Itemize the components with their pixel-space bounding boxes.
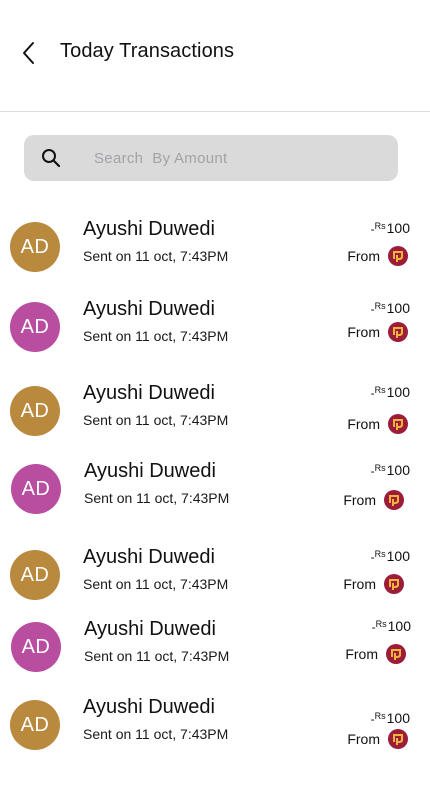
currency-label: Rs (374, 549, 386, 559)
bank-logo-icon (386, 644, 406, 664)
amount-value: 100 (386, 220, 410, 236)
transaction-row[interactable]: AD Ayushi Duwedi Sent on 11 oct, 7:43PM … (0, 218, 430, 282)
contact-name: Ayushi Duwedi (83, 696, 215, 718)
avatar: AD (11, 464, 61, 514)
from-label: From (345, 646, 378, 662)
from-label: From (347, 416, 380, 432)
source-account: From (343, 490, 404, 510)
bank-logo-icon (388, 322, 408, 342)
transaction-amount: -Rs100 (372, 618, 411, 634)
page-title: Today Transactions (60, 40, 235, 62)
currency-label: Rs (374, 221, 386, 231)
contact-name: Ayushi Duwedi (84, 618, 216, 640)
amount-value: 100 (386, 300, 410, 316)
transaction-row[interactable]: AD Ayushi Duwedi Sent on 11 oct, 7:43PM … (0, 298, 430, 362)
transaction-time: Sent on 11 oct, 7:43PM (83, 248, 229, 264)
transaction-amount: -Rs100 (371, 220, 410, 236)
contact-name: Ayushi Duwedi (83, 298, 215, 320)
source-account: From (345, 644, 406, 664)
transaction-time: Sent on 11 oct, 7:43PM (84, 490, 230, 506)
currency-label: Rs (375, 619, 387, 629)
source-account: From (347, 414, 408, 434)
search-icon (42, 149, 61, 168)
search-input[interactable] (94, 135, 384, 181)
from-label: From (343, 576, 376, 592)
from-label: From (347, 248, 380, 264)
transaction-row[interactable]: AD Ayushi Duwedi Sent on 11 oct, 7:43PM … (0, 382, 430, 446)
transaction-amount: -Rs100 (371, 710, 410, 726)
from-label: From (347, 731, 380, 747)
currency-label: Rs (374, 711, 386, 721)
bank-logo-icon (384, 490, 404, 510)
transaction-row[interactable]: AD Ayushi Duwedi Sent on 11 oct, 7:43PM … (0, 546, 430, 610)
transaction-amount: -Rs100 (371, 300, 410, 316)
amount-value: 100 (386, 384, 410, 400)
source-account: From (347, 729, 408, 749)
search-bar[interactable] (24, 135, 398, 181)
avatar: AD (10, 386, 60, 436)
avatar: AD (11, 622, 61, 672)
amount-value: 100 (386, 462, 410, 478)
chevron-left-icon (23, 42, 34, 64)
bank-logo-icon (388, 414, 408, 434)
transaction-amount: -Rs100 (371, 384, 410, 400)
bank-logo-icon (388, 729, 408, 749)
contact-name: Ayushi Duwedi (84, 460, 216, 482)
transaction-amount: -Rs100 (371, 548, 410, 564)
bank-logo-icon (388, 246, 408, 266)
transaction-time: Sent on 11 oct, 7:43PM (83, 412, 229, 428)
source-account: From (347, 246, 408, 266)
transaction-row[interactable]: AD Ayushi Duwedi Sent on 11 oct, 7:43PM … (0, 618, 430, 682)
transaction-time: Sent on 11 oct, 7:43PM (83, 726, 229, 742)
avatar: AD (10, 700, 60, 750)
transaction-time: Sent on 11 oct, 7:43PM (83, 328, 229, 344)
source-account: From (347, 322, 408, 342)
transaction-row[interactable]: AD Ayushi Duwedi Sent on 11 oct, 7:43PM … (0, 696, 430, 760)
amount-value: 100 (386, 710, 410, 726)
avatar: AD (10, 222, 60, 272)
bank-logo-icon (384, 574, 404, 594)
amount-value: 100 (386, 548, 410, 564)
currency-label: Rs (374, 385, 386, 395)
currency-label: Rs (374, 463, 386, 473)
transaction-time: Sent on 11 oct, 7:43PM (84, 648, 230, 664)
contact-name: Ayushi Duwedi (83, 546, 215, 568)
from-label: From (347, 324, 380, 340)
avatar: AD (10, 550, 60, 600)
source-account: From (343, 574, 404, 594)
amount-value: 100 (387, 618, 411, 634)
contact-name: Ayushi Duwedi (83, 382, 215, 404)
from-label: From (343, 492, 376, 508)
transaction-amount: -Rs100 (371, 462, 410, 478)
transaction-row[interactable]: AD Ayushi Duwedi Sent on 11 oct, 7:43PM … (0, 460, 430, 524)
avatar: AD (10, 302, 60, 352)
transaction-time: Sent on 11 oct, 7:43PM (83, 576, 229, 592)
contact-name: Ayushi Duwedi (83, 218, 215, 240)
currency-label: Rs (374, 301, 386, 311)
back-button[interactable] (14, 38, 42, 68)
app-header: Today Transactions (0, 0, 430, 112)
